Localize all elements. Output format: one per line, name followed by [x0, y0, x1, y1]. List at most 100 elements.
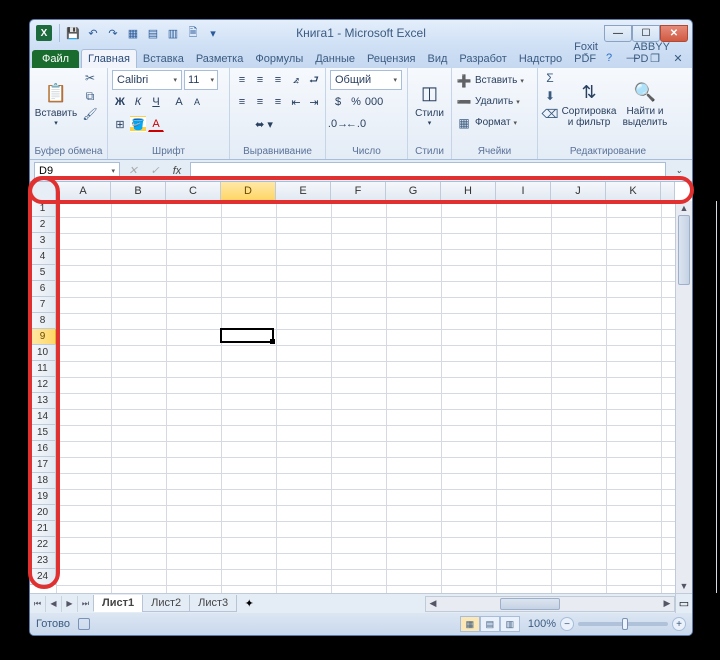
align-top-icon[interactable]: ≡ — [234, 72, 250, 88]
ribbon-minimize-icon[interactable]: ˇ — [576, 48, 596, 68]
row-header-10[interactable]: 10 — [30, 345, 56, 361]
align-bottom-icon[interactable]: ≡ — [270, 72, 286, 88]
align-left-icon[interactable]: ≡ — [234, 94, 250, 110]
row-header-21[interactable]: 21 — [30, 521, 56, 537]
format-cells-button[interactable]: ▦Формат▾ — [456, 112, 517, 133]
sheet-last-icon[interactable]: ⏭ — [78, 596, 94, 612]
font-color-icon[interactable]: A — [148, 116, 164, 132]
sheet-next-icon[interactable]: ▶ — [62, 596, 78, 612]
scroll-left-icon[interactable]: ◀ — [426, 598, 440, 609]
print-preview-icon[interactable]: 🗎 — [183, 23, 203, 43]
new-sheet-icon[interactable]: ✦ — [239, 596, 259, 612]
row-header-2[interactable]: 2 — [30, 217, 56, 233]
row-header-7[interactable]: 7 — [30, 297, 56, 313]
cells-area[interactable] — [56, 201, 675, 593]
border-icon[interactable]: ⊞ — [112, 116, 128, 132]
font-size-select[interactable]: 11▾ — [184, 70, 218, 90]
column-header-B[interactable]: B — [111, 182, 166, 201]
help-icon[interactable]: ? — [599, 48, 619, 68]
zoom-slider-knob[interactable] — [622, 618, 628, 630]
row-header-22[interactable]: 22 — [30, 537, 56, 553]
row-header-23[interactable]: 23 — [30, 553, 56, 569]
row-header-5[interactable]: 5 — [30, 265, 56, 281]
formula-input[interactable] — [190, 162, 666, 180]
row-header-4[interactable]: 4 — [30, 249, 56, 265]
save-icon[interactable]: 💾 — [63, 23, 83, 43]
sheet-tab-3[interactable]: Лист3 — [189, 595, 237, 612]
find-select-button[interactable]: 🔍 Найти и выделить — [620, 70, 670, 138]
insert-cells-button[interactable]: ➕Вставить▾ — [456, 70, 524, 91]
name-box[interactable]: D9▾ — [34, 162, 120, 180]
align-middle-icon[interactable]: ≡ — [252, 72, 268, 88]
worksheet-grid[interactable]: ABCDEFGHIJK 1234567891011121314151617181… — [30, 182, 692, 593]
cancel-icon[interactable]: ✕ — [124, 162, 142, 180]
tab-home[interactable]: Главная — [81, 49, 137, 68]
format-painter-icon[interactable]: 🖌 — [82, 106, 98, 122]
row-header-15[interactable]: 15 — [30, 425, 56, 441]
column-header-G[interactable]: G — [386, 182, 441, 201]
italic-button[interactable]: К — [130, 94, 146, 110]
page-break-view-icon[interactable]: ▥ — [500, 616, 520, 632]
sheet-tab-2[interactable]: Лист2 — [142, 595, 190, 612]
column-header-H[interactable]: H — [441, 182, 496, 201]
row-header-6[interactable]: 6 — [30, 281, 56, 297]
sheet-prev-icon[interactable]: ◀ — [46, 596, 62, 612]
sheet-tab-1[interactable]: Лист1 — [93, 595, 143, 612]
fill-color-icon[interactable]: 🪣 — [130, 116, 146, 132]
scroll-down-icon[interactable]: ▼ — [676, 579, 692, 593]
column-header-A[interactable]: A — [56, 182, 111, 201]
tab-insert[interactable]: Вставка — [137, 50, 190, 68]
column-header-F[interactable]: F — [331, 182, 386, 201]
undo-icon[interactable]: ↶ — [83, 23, 103, 43]
increase-decimal-icon[interactable]: .0→ — [330, 116, 346, 132]
fx-button[interactable]: fx — [168, 162, 186, 180]
column-header-E[interactable]: E — [276, 182, 331, 201]
row-header-1[interactable]: 1 — [30, 201, 56, 217]
row-header-20[interactable]: 20 — [30, 505, 56, 521]
fill-handle[interactable] — [270, 339, 275, 344]
row-header-19[interactable]: 19 — [30, 489, 56, 505]
vertical-scrollbar[interactable]: ▲ ▼ — [675, 201, 692, 593]
percent-icon[interactable]: % — [348, 94, 364, 110]
row-header-16[interactable]: 16 — [30, 441, 56, 457]
tab-developer[interactable]: Разработ — [453, 50, 512, 68]
number-format-select[interactable]: Общий▾ — [330, 70, 402, 90]
zoom-slider[interactable] — [578, 622, 668, 626]
sheet-first-icon[interactable]: ⏮ — [30, 596, 46, 612]
row-header-17[interactable]: 17 — [30, 457, 56, 473]
scroll-up-icon[interactable]: ▲ — [676, 201, 692, 215]
zoom-in-icon[interactable]: + — [672, 617, 686, 631]
bold-button[interactable]: Ж — [112, 94, 128, 110]
column-header-K[interactable]: K — [606, 182, 661, 201]
align-center-icon[interactable]: ≡ — [252, 94, 268, 110]
row-header-12[interactable]: 12 — [30, 377, 56, 393]
row-header-8[interactable]: 8 — [30, 313, 56, 329]
vscroll-thumb[interactable] — [678, 215, 690, 285]
decrease-font-icon[interactable]: A — [189, 94, 205, 110]
cut-icon[interactable]: ✂ — [82, 70, 98, 86]
copy-icon[interactable]: ⧉ — [82, 88, 98, 104]
column-header-J[interactable]: J — [551, 182, 606, 201]
qat-btn-1[interactable]: ▦ — [123, 23, 143, 43]
active-cell[interactable] — [220, 328, 274, 343]
align-right-icon[interactable]: ≡ — [270, 94, 286, 110]
orientation-icon[interactable]: ⦨ — [288, 72, 304, 88]
doc-close-icon[interactable]: ✕ — [668, 48, 688, 68]
row-header-3[interactable]: 3 — [30, 233, 56, 249]
hscroll-thumb[interactable] — [500, 598, 560, 610]
excel-app-icon[interactable]: X — [36, 25, 52, 41]
scroll-right-icon[interactable]: ▶ — [660, 598, 674, 609]
horizontal-scrollbar[interactable]: ◀ ▶ — [425, 596, 675, 612]
merge-icon[interactable]: ⬌ ▾ — [234, 116, 294, 132]
row-header-11[interactable]: 11 — [30, 361, 56, 377]
decrease-decimal-icon[interactable]: ←.0 — [348, 116, 364, 132]
underline-button[interactable]: Ч — [148, 94, 164, 110]
normal-view-icon[interactable]: ▦ — [460, 616, 480, 632]
sort-filter-button[interactable]: ⇅ Сортировка и фильтр — [562, 70, 616, 138]
macro-record-icon[interactable] — [78, 618, 90, 630]
qat-btn-3[interactable]: ▥ — [163, 23, 183, 43]
split-box[interactable]: ▭ — [675, 594, 692, 613]
column-header-C[interactable]: C — [166, 182, 221, 201]
increase-font-icon[interactable]: A — [171, 94, 187, 110]
row-header-9[interactable]: 9 — [30, 329, 56, 345]
